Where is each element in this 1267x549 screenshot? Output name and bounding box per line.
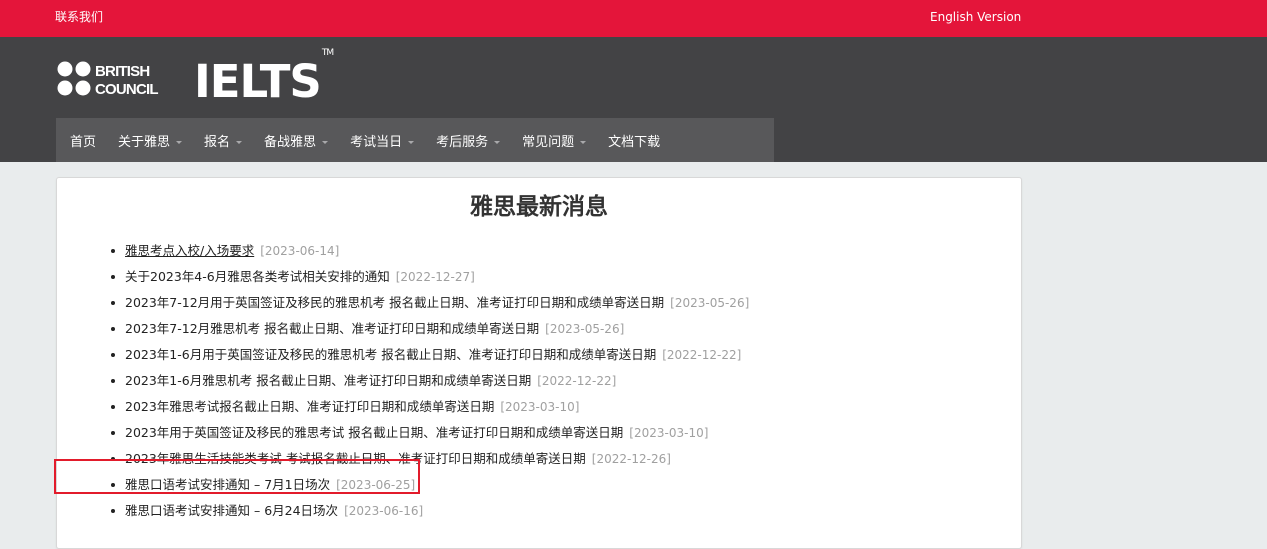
news-card: 雅思最新消息 雅思考点入校/入场要求 [2023-06-14] 关于2023年4-6… <box>56 177 1022 549</box>
british-council-dots-icon <box>57 61 91 96</box>
nav-item-1[interactable]: 关于雅思 <box>104 118 190 162</box>
top-bar: 联系我们 English Version <box>0 0 1267 37</box>
news-item: 雅思考点入校/入场要求 [2023-06-14] <box>111 238 749 264</box>
trademark-mark: TM <box>321 48 334 58</box>
news-item: 雅思口语考试安排通知 – 6月24日场次 [2023-06-16] <box>111 498 749 524</box>
nav-item-label: 文档下载 <box>608 134 661 150</box>
news-date: [2022-12-27] <box>395 270 475 284</box>
news-item: 2023年7-12月用于英国签证及移民的雅思机考 报名截止日期、准考证打印日期和… <box>111 290 749 316</box>
news-link[interactable]: 雅思考点入校/入场要求 <box>125 243 254 258</box>
page-title: 雅思最新消息 <box>470 194 608 220</box>
news-link[interactable]: 雅思口语考试安排通知 – 6月24日场次 <box>125 503 338 518</box>
news-date: [2022-12-26] <box>591 452 671 466</box>
news-item: 2023年用于英国签证及移民的雅思考试 报名截止日期、准考证打印日期和成绩单寄送… <box>111 420 749 446</box>
news-link[interactable]: 2023年1-6月用于英国签证及移民的雅思机考 报名截止日期、准考证打印日期和成… <box>125 347 656 362</box>
news-item: 2023年雅思考试报名截止日期、准考证打印日期和成绩单寄送日期 [2023-03-… <box>111 394 749 420</box>
news-link[interactable]: 2023年1-6月雅思机考 报名截止日期、准考证打印日期和成绩单寄送日期 <box>125 373 531 388</box>
nav-item-label: 报名 <box>204 134 231 150</box>
logo-line-council: COUNCIL <box>95 81 158 97</box>
news-date: [2022-12-22] <box>662 348 742 362</box>
news-link[interactable]: 2023年7-12月雅思机考 报名截止日期、准考证打印日期和成绩单寄送日期 <box>125 321 539 336</box>
caret-down-icon <box>494 140 501 144</box>
nav-item-0[interactable]: 首页 <box>56 118 104 162</box>
news-item: 2023年1-6月用于英国签证及移民的雅思机考 报名截止日期、准考证打印日期和成… <box>111 342 749 368</box>
caret-down-icon <box>580 140 587 144</box>
news-date: [2023-06-16] <box>344 504 424 518</box>
main-nav: 首页 关于雅思 报名 备战雅思 考试当日 考后服务 常见问题 文档下载 <box>56 118 774 162</box>
british-council-logo[interactable]: BRITISH COUNCIL <box>57 61 182 97</box>
nav-item-label: 常见问题 <box>522 134 575 150</box>
news-item: 2023年雅思生活技能类考试 考试报名截止日期、准考证打印日期和成绩单寄送日期 [… <box>111 446 749 472</box>
nav-item-label: 考后服务 <box>436 134 489 150</box>
caret-down-icon <box>322 140 329 144</box>
news-date: [2023-05-26] <box>545 322 625 336</box>
news-link[interactable]: 雅思口语考试安排通知 – 7月1日场次 <box>125 477 330 492</box>
nav-item-6[interactable]: 常见问题 <box>508 118 594 162</box>
news-link[interactable]: 关于2023年4-6月雅思各类考试相关安排的通知 <box>125 269 390 284</box>
news-date: [2022-12-22] <box>537 374 617 388</box>
caret-down-icon <box>176 140 183 144</box>
news-date: [2023-05-26] <box>670 296 750 310</box>
news-link[interactable]: 2023年用于英国签证及移民的雅思考试 报名截止日期、准考证打印日期和成绩单寄送… <box>125 425 623 440</box>
news-date: [2023-06-25] <box>336 478 416 492</box>
ielts-logo-text: IELTS <box>194 55 322 108</box>
news-list: 雅思考点入校/入场要求 [2023-06-14] 关于2023年4-6月雅思各类考试… <box>111 238 749 524</box>
contact-us-link[interactable]: 联系我们 <box>55 9 103 25</box>
news-item: 2023年7-12月雅思机考 报名截止日期、准考证打印日期和成绩单寄送日期 [20… <box>111 316 749 342</box>
site-header: BRITISH COUNCIL IELTSTM 首页 关于雅思 报名 备战雅思 考试当日… <box>0 37 1267 162</box>
nav-item-label: 考试当日 <box>350 134 403 150</box>
news-item: 2023年1-6月雅思机考 报名截止日期、准考证打印日期和成绩单寄送日期 [202… <box>111 368 749 394</box>
news-date: [2023-03-10] <box>500 400 580 414</box>
ielts-logo[interactable]: IELTSTM <box>194 48 334 108</box>
news-item: 关于2023年4-6月雅思各类考试相关安排的通知 [2022-12-27] <box>111 264 749 290</box>
nav-item-7[interactable]: 文档下载 <box>594 118 674 162</box>
news-item: 雅思口语考试安排通知 – 7月1日场次 [2023-06-25] <box>111 472 749 498</box>
news-date: [2023-06-14] <box>260 244 340 258</box>
caret-down-icon <box>408 140 415 144</box>
nav-item-label: 备战雅思 <box>264 134 317 150</box>
news-date: [2023-03-10] <box>629 426 709 440</box>
news-link[interactable]: 2023年雅思生活技能类考试 考试报名截止日期、准考证打印日期和成绩单寄送日期 <box>125 451 586 466</box>
nav-item-2[interactable]: 报名 <box>190 118 250 162</box>
news-link[interactable]: 2023年雅思考试报名截止日期、准考证打印日期和成绩单寄送日期 <box>125 399 494 414</box>
nav-item-label: 关于雅思 <box>118 134 171 150</box>
nav-item-label: 首页 <box>70 134 97 150</box>
english-version-link[interactable]: English Version <box>930 9 1021 25</box>
caret-down-icon <box>236 140 243 144</box>
logo-line-british: BRITISH <box>95 63 149 80</box>
nav-item-3[interactable]: 备战雅思 <box>250 118 336 162</box>
news-link[interactable]: 2023年7-12月用于英国签证及移民的雅思机考 报名截止日期、准考证打印日期和… <box>125 295 664 310</box>
nav-item-5[interactable]: 考后服务 <box>422 118 508 162</box>
nav-item-4[interactable]: 考试当日 <box>336 118 422 162</box>
